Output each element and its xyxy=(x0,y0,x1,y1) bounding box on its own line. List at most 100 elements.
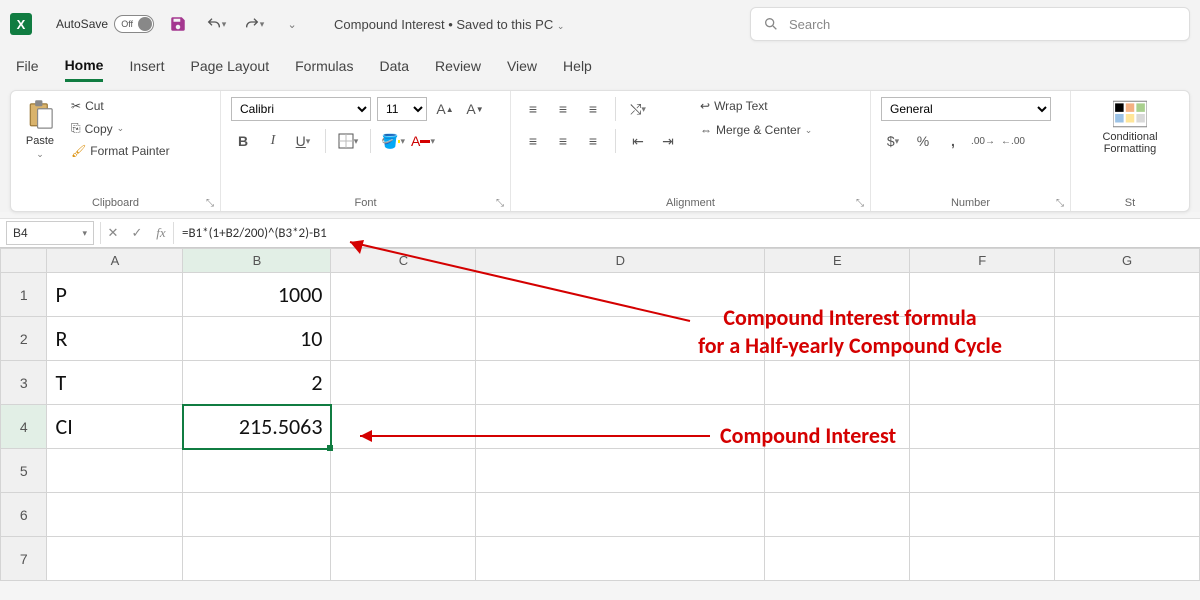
cell-A2[interactable]: R xyxy=(47,317,183,361)
cell-F4[interactable] xyxy=(910,405,1055,449)
cell-B3[interactable]: 2 xyxy=(183,361,331,405)
fx-icon[interactable]: fx xyxy=(149,225,173,241)
cut-button[interactable]: ✂Cut xyxy=(67,97,174,115)
cell-C7[interactable] xyxy=(331,537,476,581)
cell-E6[interactable] xyxy=(765,493,910,537)
cell-C1[interactable] xyxy=(331,273,476,317)
row-header-3[interactable]: 3 xyxy=(1,361,47,405)
col-header-C[interactable]: C xyxy=(331,249,476,273)
percent-button[interactable]: % xyxy=(911,129,935,153)
cell-C6[interactable] xyxy=(331,493,476,537)
select-all-corner[interactable] xyxy=(1,249,47,273)
cell-E7[interactable] xyxy=(765,537,910,581)
cell-B5[interactable] xyxy=(183,449,331,493)
cell-D7[interactable] xyxy=(476,537,765,581)
cell-E5[interactable] xyxy=(765,449,910,493)
cell-A6[interactable] xyxy=(47,493,183,537)
spreadsheet-grid[interactable]: A B C D E F G 1 P 1000 2 R 10 3 T 2 4 CI… xyxy=(0,248,1200,581)
cell-F6[interactable] xyxy=(910,493,1055,537)
fill-color-button[interactable]: 🪣▾ xyxy=(381,129,405,153)
merge-center-button[interactable]: ⇔Merge & Center⌄ xyxy=(696,121,816,139)
undo-button[interactable]: ▾ xyxy=(202,10,230,38)
cell-E1[interactable] xyxy=(765,273,910,317)
increase-decimal-icon[interactable]: .00→ xyxy=(971,129,995,153)
tab-view[interactable]: View xyxy=(507,52,537,80)
align-bottom-icon[interactable]: ≡ xyxy=(581,97,605,121)
decrease-decimal-icon[interactable]: ←.00 xyxy=(1001,129,1025,153)
tab-help[interactable]: Help xyxy=(563,52,592,80)
decrease-font-icon[interactable]: A▼ xyxy=(463,97,487,121)
cell-B4[interactable]: 215.5063 xyxy=(183,405,331,449)
number-format-combo[interactable]: General xyxy=(881,97,1051,121)
cell-A4[interactable]: CI xyxy=(47,405,183,449)
clipboard-launcher-icon[interactable]: ⤡ xyxy=(206,198,214,209)
increase-font-icon[interactable]: A▲ xyxy=(433,97,457,121)
cell-F5[interactable] xyxy=(910,449,1055,493)
tab-insert[interactable]: Insert xyxy=(129,52,164,80)
col-header-D[interactable]: D xyxy=(476,249,765,273)
cell-B2[interactable]: 10 xyxy=(183,317,331,361)
cell-A3[interactable]: T xyxy=(47,361,183,405)
autosave-toggle[interactable]: Off xyxy=(114,15,154,33)
align-left-icon[interactable]: ≡ xyxy=(521,129,545,153)
row-header-1[interactable]: 1 xyxy=(1,273,47,317)
tab-file[interactable]: File xyxy=(16,52,39,80)
col-header-E[interactable]: E xyxy=(765,249,910,273)
tab-review[interactable]: Review xyxy=(435,52,481,80)
qat-customize-icon[interactable]: ⌄ xyxy=(278,10,306,38)
orientation-icon[interactable]: ⤭▾ xyxy=(626,97,650,121)
cell-E3[interactable] xyxy=(765,361,910,405)
copy-button[interactable]: ⎘Copy⌄ xyxy=(67,119,174,138)
cell-A7[interactable] xyxy=(47,537,183,581)
wrap-text-button[interactable]: ↩Wrap Text xyxy=(696,97,816,115)
tab-page-layout[interactable]: Page Layout xyxy=(190,52,269,80)
cancel-formula-icon[interactable]: ✕ xyxy=(101,225,125,241)
cell-D6[interactable] xyxy=(476,493,765,537)
cell-C5[interactable] xyxy=(331,449,476,493)
accept-formula-icon[interactable]: ✓ xyxy=(125,225,149,241)
borders-button[interactable]: ▾ xyxy=(336,129,360,153)
cell-B7[interactable] xyxy=(183,537,331,581)
row-header-6[interactable]: 6 xyxy=(1,493,47,537)
cell-E4[interactable] xyxy=(765,405,910,449)
cell-B6[interactable] xyxy=(183,493,331,537)
alignment-launcher-icon[interactable]: ⤡ xyxy=(856,198,864,209)
cell-D2[interactable] xyxy=(476,317,765,361)
cell-C3[interactable] xyxy=(331,361,476,405)
italic-button[interactable]: I xyxy=(261,129,285,153)
cell-G4[interactable] xyxy=(1055,405,1200,449)
name-box[interactable]: B4▾ xyxy=(6,221,94,245)
cell-C2[interactable] xyxy=(331,317,476,361)
col-header-G[interactable]: G xyxy=(1055,249,1200,273)
search-box[interactable]: Search xyxy=(750,7,1190,41)
font-launcher-icon[interactable]: ⤡ xyxy=(496,198,504,209)
increase-indent-icon[interactable]: ⇥ xyxy=(656,129,680,153)
save-icon[interactable] xyxy=(164,10,192,38)
comma-button[interactable]: , xyxy=(941,129,965,153)
align-right-icon[interactable]: ≡ xyxy=(581,129,605,153)
cell-F3[interactable] xyxy=(910,361,1055,405)
paste-button[interactable]: Paste ⌄ xyxy=(21,97,59,162)
cell-D1[interactable] xyxy=(476,273,765,317)
cell-B1[interactable]: 1000 xyxy=(183,273,331,317)
col-header-F[interactable]: F xyxy=(910,249,1055,273)
underline-button[interactable]: U▾ xyxy=(291,129,315,153)
conditional-formatting-button[interactable]: Conditional Formatting xyxy=(1081,97,1179,157)
tab-data[interactable]: Data xyxy=(379,52,409,80)
cell-D4[interactable] xyxy=(476,405,765,449)
cell-G6[interactable] xyxy=(1055,493,1200,537)
bold-button[interactable]: B xyxy=(231,129,255,153)
col-header-B[interactable]: B xyxy=(183,249,331,273)
row-header-4[interactable]: 4 xyxy=(1,405,47,449)
align-middle-icon[interactable]: ≡ xyxy=(551,97,575,121)
formula-input[interactable]: =B1*(1+B2/200)^(B3*2)-B1 xyxy=(174,226,1200,241)
cell-G7[interactable] xyxy=(1055,537,1200,581)
cell-D3[interactable] xyxy=(476,361,765,405)
row-header-2[interactable]: 2 xyxy=(1,317,47,361)
font-color-button[interactable]: A▾ xyxy=(411,129,435,153)
tab-formulas[interactable]: Formulas xyxy=(295,52,353,80)
font-name-combo[interactable]: Calibri xyxy=(231,97,371,121)
redo-button[interactable]: ▾ xyxy=(240,10,268,38)
format-painter-button[interactable]: 🖌Format Painter xyxy=(67,142,174,160)
number-launcher-icon[interactable]: ⤡ xyxy=(1056,198,1064,209)
